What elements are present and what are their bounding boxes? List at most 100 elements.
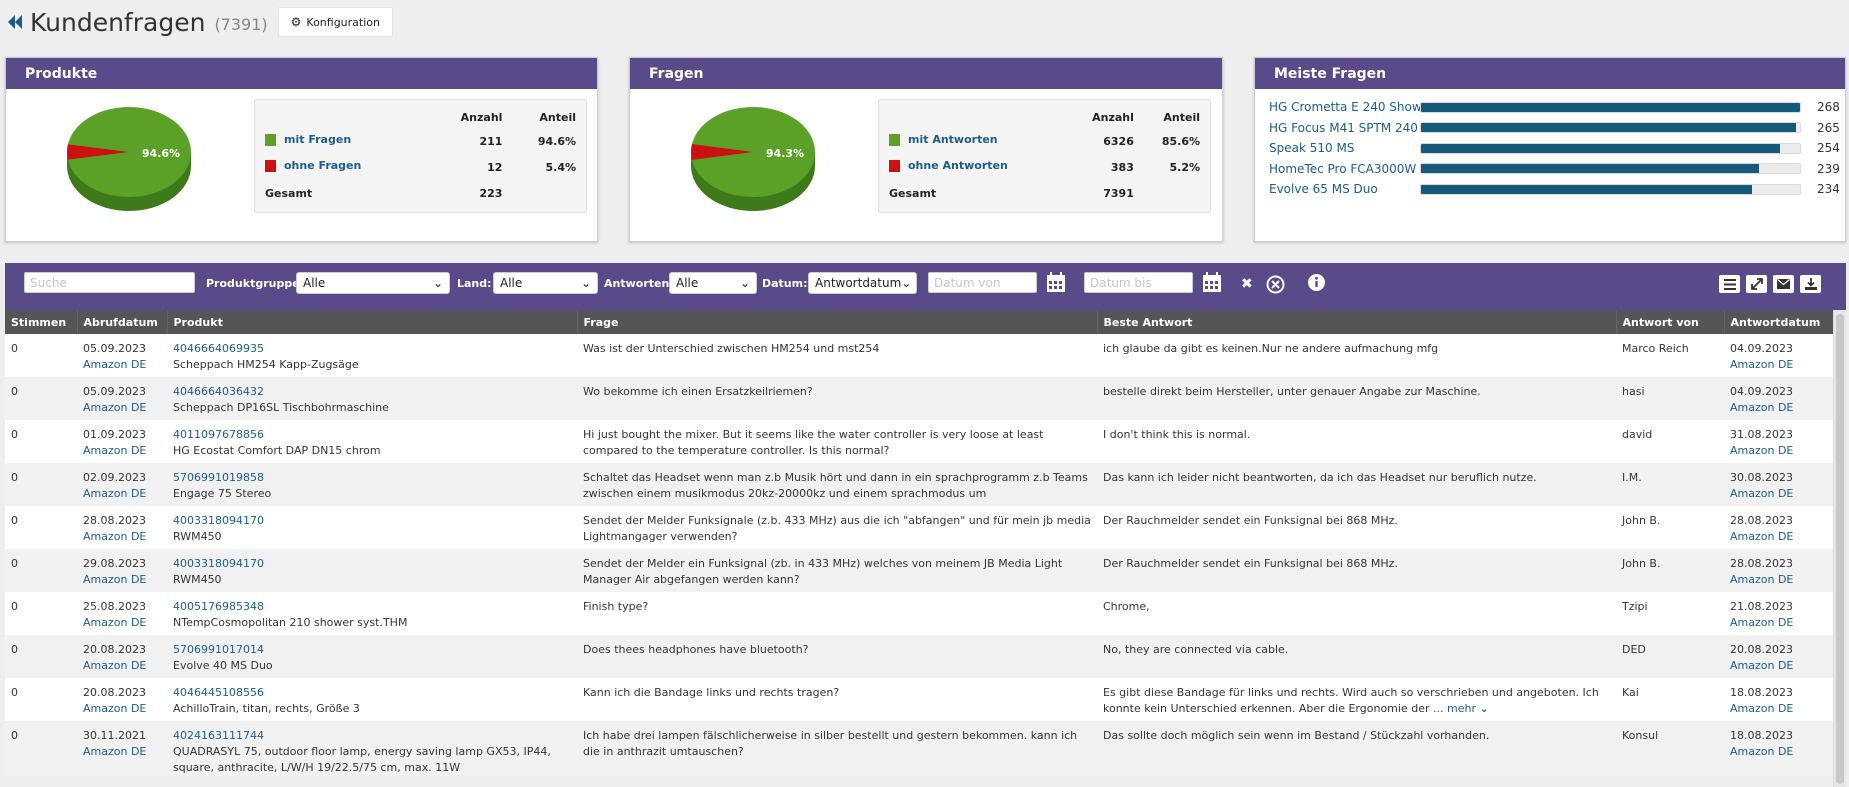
- table-row[interactable]: 0 20.08.2023 Amazon DE 4046445108556 Achillo…: [5, 678, 1833, 721]
- legend-with-questions[interactable]: mit Fragen: [265, 133, 351, 146]
- date-label: Datum:: [762, 277, 808, 290]
- table-row[interactable]: 0 25.08.2023 Amazon DE 4005176985348 NTempCo…: [5, 592, 1833, 635]
- date-to-input[interactable]: [1084, 272, 1193, 293]
- votes-cell: 0: [5, 678, 77, 721]
- answer-date-cell: 20.08.2023 Amazon DE: [1724, 635, 1833, 678]
- ean-link[interactable]: 4046664036432: [173, 384, 571, 400]
- answer-date: 31.08.2023: [1730, 428, 1793, 441]
- fetch-source-link[interactable]: Amazon DE: [83, 744, 161, 760]
- more-link[interactable]: mehr ⌄: [1447, 702, 1489, 715]
- answers-label: Antworten:: [604, 277, 674, 290]
- bar-fill: [1421, 143, 1781, 153]
- questions-pie-chart: 94.3%: [691, 107, 815, 211]
- fetch-source-link[interactable]: Amazon DE: [83, 615, 161, 631]
- product-group-select[interactable]: Alle ⌄: [296, 272, 450, 294]
- questions-table: Stimmen Abrufdatum Produkt Frage Beste A…: [5, 310, 1833, 776]
- answer-cell: Der Rauchmelder sendet ein Funksignal be…: [1097, 506, 1616, 549]
- fetch-source-link[interactable]: Amazon DE: [83, 658, 161, 674]
- ean-link[interactable]: 4046445108556: [173, 685, 571, 701]
- col-fetch-date[interactable]: Abrufdatum: [77, 310, 168, 334]
- col-share: Anteil: [1163, 110, 1200, 124]
- fetch-source-link[interactable]: Amazon DE: [83, 701, 161, 717]
- col-answer-date[interactable]: Antwortdatum: [1724, 310, 1833, 334]
- info-icon[interactable]: [1307, 273, 1326, 292]
- reset-circle-icon[interactable]: [1266, 275, 1285, 294]
- answer-source-link[interactable]: Amazon DE: [1730, 400, 1827, 416]
- legend-without-questions[interactable]: ohne Fragen: [265, 159, 361, 172]
- ean-link[interactable]: 4011097678856: [173, 427, 571, 443]
- col-product[interactable]: Produkt: [167, 310, 578, 334]
- ean-link[interactable]: 4003318094170: [173, 513, 571, 529]
- list-view-button[interactable]: [1719, 275, 1740, 293]
- fetch-source-link[interactable]: Amazon DE: [83, 400, 161, 416]
- answer-cell: Chrome,: [1097, 592, 1616, 635]
- author-cell: John B.: [1616, 549, 1724, 592]
- answer-source-link[interactable]: Amazon DE: [1730, 529, 1827, 545]
- ean-link[interactable]: 5706991019858: [173, 470, 571, 486]
- top-product-bar-row: Evolve 65 MS Duo 234: [1269, 179, 1840, 199]
- col-votes[interactable]: Stimmen: [5, 310, 78, 334]
- calendar-icon[interactable]: [1202, 272, 1222, 294]
- country-select[interactable]: Alle ⌄: [493, 272, 598, 294]
- legend-with-answers[interactable]: mit Antworten: [889, 133, 998, 146]
- ean-link[interactable]: 4024163111744: [173, 728, 571, 744]
- top-product-name[interactable]: HG Crometta E 240 Show: [1269, 100, 1422, 114]
- vertical-scrollbar[interactable]: [1833, 310, 1846, 787]
- top-product-name[interactable]: Speak 510 MS: [1269, 141, 1420, 155]
- download-button[interactable]: [1800, 275, 1821, 293]
- answers-select[interactable]: Alle ⌄: [669, 272, 757, 294]
- search-input[interactable]: [24, 272, 195, 293]
- col-best-answer[interactable]: Beste Antwort: [1097, 310, 1617, 334]
- top-questions-widget: Meiste Fragen HG Crometta E 240 Show 268 H…: [1254, 57, 1846, 242]
- scrollbar-thumb[interactable]: [1836, 314, 1844, 784]
- answer-source-link[interactable]: Amazon DE: [1730, 744, 1827, 760]
- answer-source-link[interactable]: Amazon DE: [1730, 572, 1827, 588]
- ean-link[interactable]: 4046664069935: [173, 341, 571, 357]
- date-type-select[interactable]: Antwortdatum ⌄: [808, 272, 917, 294]
- top-product-name[interactable]: HomeTec Pro FCA3000W: [1269, 162, 1420, 176]
- top-product-name[interactable]: Evolve 65 MS Duo: [1269, 182, 1420, 196]
- calendar-icon[interactable]: [1046, 272, 1066, 294]
- fetch-source-link[interactable]: Amazon DE: [83, 529, 161, 545]
- gear-icon: ⚙: [290, 15, 302, 29]
- table-row[interactable]: 0 02.09.2023 Amazon DE 5706991019858 Engage …: [5, 463, 1833, 506]
- chevron-down-icon: ⌄: [432, 276, 443, 290]
- col-answer-by[interactable]: Antwort von: [1616, 310, 1725, 334]
- email-export-button[interactable]: [1773, 275, 1794, 293]
- fetch-source-link[interactable]: Amazon DE: [83, 357, 161, 373]
- table-row[interactable]: 0 05.09.2023 Amazon DE 4046664036432 Scheppa…: [5, 377, 1833, 420]
- answer-source-link[interactable]: Amazon DE: [1730, 615, 1827, 631]
- ean-link[interactable]: 4005176985348: [173, 599, 571, 615]
- table-row[interactable]: 0 01.09.2023 Amazon DE 4011097678856 HG Ecos…: [5, 420, 1833, 463]
- answer-source-link[interactable]: Amazon DE: [1730, 701, 1827, 717]
- date-from-input[interactable]: [928, 272, 1037, 293]
- fetch-source-link[interactable]: Amazon DE: [83, 486, 161, 502]
- table-row[interactable]: 0 20.08.2023 Amazon DE 5706991017014 Evolve …: [5, 635, 1833, 678]
- answer-date-cell: 28.08.2023 Amazon DE: [1724, 506, 1833, 549]
- fetch-date: 01.09.2023: [83, 428, 146, 441]
- table-row[interactable]: 0 29.08.2023 Amazon DE 4003318094170 RWM450 S…: [5, 549, 1833, 592]
- total-label: Gesamt: [889, 186, 937, 200]
- double-chevron-left-icon[interactable]: [6, 12, 24, 32]
- table-row[interactable]: 0 28.08.2023 Amazon DE 4003318094170 RWM450 S…: [5, 506, 1833, 549]
- fetch-source-link[interactable]: Amazon DE: [83, 572, 161, 588]
- answer-source-link[interactable]: Amazon DE: [1730, 486, 1827, 502]
- config-button[interactable]: ⚙ Konfiguration: [277, 7, 393, 37]
- question-cell: Was ist der Unterschied zwischen HM254 u…: [577, 334, 1097, 377]
- clear-x-icon[interactable]: ✖: [1241, 276, 1253, 292]
- votes-cell: 0: [5, 463, 77, 506]
- answer-text: No, they are connected via cable.: [1103, 643, 1289, 656]
- table-row[interactable]: 0 05.09.2023 Amazon DE 4046664069935 Scheppa…: [5, 334, 1833, 377]
- top-product-name[interactable]: HG Focus M41 SPTM 240: [1269, 121, 1420, 135]
- product-cell: 4003318094170 RWM450: [167, 549, 577, 592]
- fetch-source-link[interactable]: Amazon DE: [83, 443, 161, 459]
- legend-without-answers[interactable]: ohne Antworten: [889, 159, 1008, 172]
- col-question[interactable]: Frage: [577, 310, 1098, 334]
- answer-source-link[interactable]: Amazon DE: [1730, 443, 1827, 459]
- fullscreen-button[interactable]: [1746, 275, 1767, 293]
- table-row[interactable]: 0 30.11.2021 Amazon DE 4024163111744 QUADRAS…: [5, 721, 1833, 776]
- ean-link[interactable]: 4003318094170: [173, 556, 571, 572]
- answer-source-link[interactable]: Amazon DE: [1730, 357, 1827, 373]
- answer-source-link[interactable]: Amazon DE: [1730, 658, 1827, 674]
- ean-link[interactable]: 5706991017014: [173, 642, 571, 658]
